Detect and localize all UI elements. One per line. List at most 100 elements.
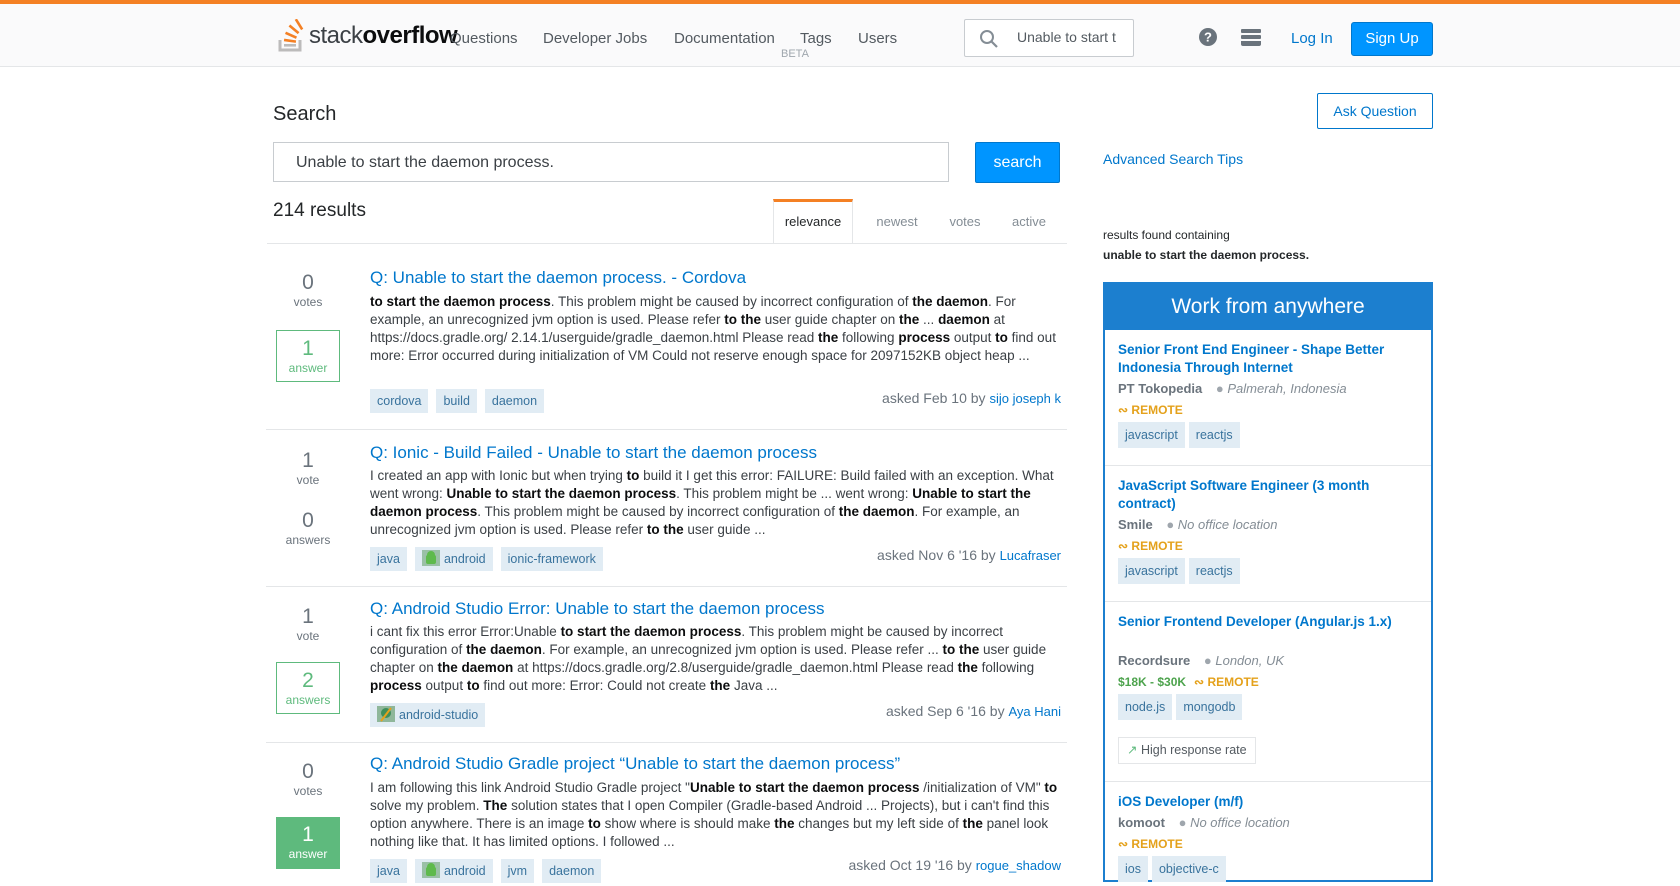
tag-list: java android jvm daemon xyxy=(370,859,602,883)
remote-wifi-icon: ∾ xyxy=(1118,837,1129,851)
job-title-link[interactable]: JavaScript Software Engineer (3 month co… xyxy=(1118,477,1408,513)
job-tag-reactjs[interactable]: reactjs xyxy=(1188,422,1240,448)
job-meta: Recordsure ● London, UK xyxy=(1118,653,1284,668)
user-link[interactable]: sijo joseph k xyxy=(989,391,1061,406)
page-title: Search xyxy=(273,103,337,125)
job-title-link[interactable]: Senior Front End Engineer - Shape Better… xyxy=(1118,341,1408,377)
tag-android[interactable]: android xyxy=(414,547,493,571)
job-title-link[interactable]: iOS Developer (m/f) xyxy=(1118,793,1408,811)
tag-list: android-studio xyxy=(370,703,486,727)
user-link[interactable]: Lucafraser xyxy=(1000,548,1061,563)
job-tag-ios[interactable]: ios xyxy=(1118,856,1148,882)
job-item[interactable]: Senior Front End Engineer - Shape Better… xyxy=(1105,330,1431,466)
android-tag-icon xyxy=(421,550,440,566)
job-tag-javascript[interactable]: javascript xyxy=(1118,422,1185,448)
search-icon[interactable] xyxy=(979,29,999,54)
stackoverflow-logo[interactable]: stackoverflow xyxy=(278,18,458,54)
job-meta: PT Tokopedia ● Palmerah, Indonesia xyxy=(1118,381,1347,396)
tab-active[interactable]: active xyxy=(1001,199,1057,244)
tag-list: cordova build daemon xyxy=(370,389,545,413)
tag-ionic-framework[interactable]: ionic-framework xyxy=(500,547,603,571)
logo-wordmark: stackoverflow xyxy=(309,22,458,49)
login-link[interactable]: Log In xyxy=(1291,30,1333,47)
main-search-input[interactable] xyxy=(294,153,938,173)
answer-count: 1 answer xyxy=(276,817,340,869)
question-title-link[interactable]: Q: Unable to start the daemon process. -… xyxy=(370,268,746,288)
result-item: 0 votes 1 answer Q: Unable to start the da… xyxy=(266,244,1067,430)
high-response-rate-badge: ↗ High response rate xyxy=(1118,737,1256,764)
job-location: Palmerah, Indonesia xyxy=(1227,381,1347,396)
job-tags: javascript reactjs xyxy=(1118,422,1240,448)
job-title-link[interactable]: Senior Frontend Developer (Angular.js 1.… xyxy=(1118,613,1408,631)
job-company: Smile xyxy=(1118,517,1153,532)
tab-votes[interactable]: votes xyxy=(939,199,991,244)
tag-list: java android ionic-framework xyxy=(370,547,603,571)
top-search-input[interactable] xyxy=(1015,28,1131,46)
tag-java[interactable]: java xyxy=(370,859,407,883)
tag-java[interactable]: java xyxy=(370,547,407,571)
tag-daemon[interactable]: daemon xyxy=(484,389,545,413)
stackoverflow-logo-icon xyxy=(278,18,306,53)
android-studio-tag-icon xyxy=(377,706,395,722)
question-title-link[interactable]: Q: Ionic - Build Failed - Unable to star… xyxy=(370,443,817,463)
question-title-link[interactable]: Q: Android Studio Error: Unable to start… xyxy=(370,599,825,619)
tag-daemon[interactable]: daemon xyxy=(542,859,602,883)
job-location: London, UK xyxy=(1215,653,1285,668)
job-item[interactable]: iOS Developer (m/f) komoot ● No office l… xyxy=(1105,782,1431,882)
job-remote: ∾ REMOTE xyxy=(1118,539,1183,553)
location-pin-icon: ● xyxy=(1166,517,1175,532)
answer-count: 0 answers xyxy=(285,509,331,547)
nav-developer-jobs[interactable]: Developer Jobs xyxy=(543,30,647,47)
asked-info: asked Sep 6 '16 by Aya Hani xyxy=(885,703,1061,719)
job-tag-objective-c[interactable]: objective-c xyxy=(1151,856,1226,882)
tab-relevance[interactable]: relevance xyxy=(773,199,853,244)
remote-wifi-icon: ∾ xyxy=(1118,403,1129,417)
tab-newest[interactable]: newest xyxy=(865,199,929,244)
advanced-search-tips-link[interactable]: Advanced Search Tips xyxy=(1103,151,1243,167)
job-item[interactable]: JavaScript Software Engineer (3 month co… xyxy=(1105,466,1431,602)
svg-text:?: ? xyxy=(1204,30,1212,45)
main-search-box[interactable] xyxy=(273,142,949,182)
job-remote: ∾ REMOTE xyxy=(1118,403,1183,417)
asked-info: asked Feb 10 by sijo joseph k xyxy=(882,390,1061,406)
remote-wifi-icon: ∾ xyxy=(1194,675,1205,689)
job-meta: komoot ● No office location xyxy=(1118,815,1290,830)
job-meta: Smile ● No office location xyxy=(1118,517,1278,532)
tag-android[interactable]: android xyxy=(414,859,493,883)
job-tag-reactjs[interactable]: reactjs xyxy=(1188,558,1240,584)
nav-users[interactable]: Users xyxy=(858,30,897,47)
tag-android-studio[interactable]: android-studio xyxy=(370,703,486,727)
help-icon[interactable]: ? xyxy=(1198,27,1218,52)
question-excerpt: I am following this link Android Studio … xyxy=(370,780,1058,849)
achievements-inbox-icon[interactable] xyxy=(1240,27,1262,52)
remote-wifi-icon: ∾ xyxy=(1118,539,1129,553)
ask-question-button[interactable]: Ask Question xyxy=(1317,93,1433,129)
nav-questions[interactable]: Questions xyxy=(450,30,518,47)
documentation-beta-badge: BETA xyxy=(781,48,809,60)
search-button[interactable]: search xyxy=(975,142,1060,183)
top-search-box[interactable] xyxy=(964,19,1134,57)
user-link[interactable]: rogue_shadow xyxy=(976,858,1061,873)
job-tags: ios objective-c xyxy=(1118,856,1226,882)
job-tag-javascript[interactable]: javascript xyxy=(1118,558,1185,584)
signup-button[interactable]: Sign Up xyxy=(1351,22,1433,56)
tag-cordova[interactable]: cordova xyxy=(370,389,429,413)
nav-tags[interactable]: Tags xyxy=(800,30,832,47)
job-tags: node.js mongodb xyxy=(1118,694,1243,720)
nav-documentation[interactable]: Documentation xyxy=(674,30,775,47)
question-title-link[interactable]: Q: Android Studio Gradle project “Unable… xyxy=(370,754,900,774)
question-excerpt: to start the daemon process. This proble… xyxy=(370,294,1056,363)
tag-jvm[interactable]: jvm xyxy=(500,859,535,883)
jobs-panel-title: Work from anywhere xyxy=(1103,282,1433,330)
user-link[interactable]: Aya Hani xyxy=(1008,704,1061,719)
result-item: 0 votes 1 answer Q: Android Studio Gradle … xyxy=(266,743,1067,883)
asked-info: asked Oct 19 '16 by rogue_shadow xyxy=(848,857,1062,873)
vote-count: 1 vote xyxy=(296,449,320,487)
answer-count: 1 answer xyxy=(276,330,340,382)
tag-build[interactable]: build xyxy=(436,389,477,413)
job-tag-nodejs[interactable]: node.js xyxy=(1118,694,1173,720)
job-tag-mongodb[interactable]: mongodb xyxy=(1176,694,1243,720)
answer-count: 2 answers xyxy=(276,662,340,714)
location-pin-icon: ● xyxy=(1203,653,1212,668)
job-tags: javascript reactjs xyxy=(1118,558,1240,584)
